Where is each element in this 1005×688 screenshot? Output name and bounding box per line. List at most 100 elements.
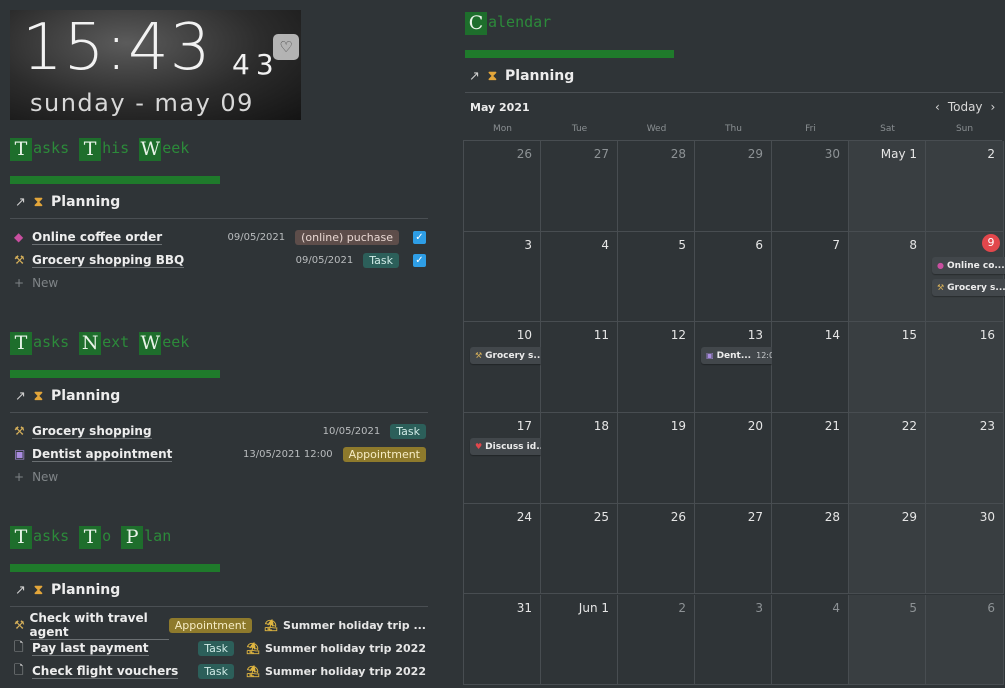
calendar-day-cell[interactable]: 6 [926, 594, 1004, 686]
calendar-day-cell[interactable]: 27 [541, 141, 618, 232]
calendar-day-cell[interactable]: 5 [618, 231, 695, 323]
day-number: 19 [670, 419, 686, 434]
calendar-day-cell[interactable]: 26 [464, 141, 541, 232]
calendar-day-cell[interactable]: 20 [695, 413, 772, 504]
calendar-day-cell[interactable]: 16 [926, 322, 1004, 414]
calendar-day-cell[interactable]: 19 [618, 413, 695, 504]
calendar-day-cell[interactable]: 22 [849, 413, 926, 504]
calendar-day-cell[interactable]: 30 [926, 503, 1004, 595]
calendar-event[interactable]: ⚒ Grocery s... [470, 347, 549, 365]
task-row[interactable]: ⚒ Check with travel agent Appointment ⛱ S… [14, 611, 426, 640]
open-arrow-icon[interactable]: ↗ [15, 195, 26, 210]
calendar-day-cell[interactable]: 26 [618, 503, 695, 595]
task-date: 13/05/2021 12:00 [243, 448, 333, 460]
day-number: 3 [755, 600, 763, 615]
today-button[interactable]: Today [948, 100, 983, 114]
calendar-day-cell[interactable]: 30 [772, 141, 849, 232]
calendar-day-cell[interactable]: 2 [618, 594, 695, 686]
calendar-day-cell[interactable]: 9 ● Online co... ⚒ Grocery s... [926, 231, 1005, 323]
day-number: 22 [901, 419, 917, 434]
calendar-day-cell[interactable]: 8 [849, 231, 926, 323]
open-arrow-icon[interactable]: ↗ [15, 389, 26, 404]
task-name[interactable]: Check flight vouchers [32, 664, 179, 679]
day-number: 20 [747, 419, 763, 434]
calendar-day-cell[interactable]: 5 [849, 594, 926, 686]
task-tag: Appointment [168, 617, 253, 633]
task-name[interactable]: Check with travel agent [29, 611, 169, 640]
section-bar [10, 564, 220, 572]
calendar-event[interactable]: ♥ Discuss id... [470, 438, 552, 456]
day-number: 29 [747, 147, 763, 161]
project-link[interactable]: ⛱ Summer holiday trip 2022 [246, 665, 426, 678]
project-name: Summer holiday trip ... [283, 618, 426, 632]
calendar-day-cell[interactable]: 7 [772, 231, 849, 323]
project-link[interactable]: ⛱ Summer holiday trip 2022 [246, 642, 426, 655]
calendar-day-cell[interactable]: 18 [541, 413, 618, 504]
open-arrow-icon[interactable]: ↗ [469, 69, 480, 84]
calendar-day-cell[interactable]: May 1 [849, 141, 926, 232]
calendar-day-cell[interactable]: 28 [618, 141, 695, 232]
calendar-day-cell[interactable]: 17 ♥ Discuss id... [464, 413, 552, 504]
calendar-day-cell[interactable]: 13 ▣ Dent... 12:00 [695, 322, 785, 414]
calendar-day-cell[interactable]: 27 [695, 503, 772, 595]
calendar-day-cell[interactable]: 23 [926, 413, 1004, 504]
calendar-day-cell[interactable]: 25 [541, 503, 618, 595]
view-header[interactable]: ↗ ⧗ Planning [15, 388, 120, 404]
task-row[interactable]: ⚒ Grocery shopping 10/05/2021 Task [14, 421, 426, 441]
view-header[interactable]: ↗ ⧗ Planning [15, 194, 120, 210]
heart-icon[interactable]: ♡ [273, 34, 299, 60]
chevron-right-icon[interactable]: › [991, 100, 996, 114]
calendar-event[interactable]: ● Online co... [932, 256, 1005, 274]
calendar-day-cell[interactable]: 2 [926, 141, 1004, 232]
calendar-day-cell[interactable]: 29 [695, 141, 772, 232]
chevron-left-icon[interactable]: ‹ [935, 100, 940, 114]
calendar-day-cell[interactable]: 21 [772, 413, 849, 504]
day-number: 2 [987, 147, 995, 161]
calendar-day-cell[interactable]: 3 [464, 231, 541, 323]
new-item-button[interactable]: + New [14, 276, 66, 290]
calendar-day-cell[interactable]: 14 [772, 322, 849, 414]
calendar-day-cell[interactable]: 3 [695, 594, 772, 686]
task-row[interactable]: ◆ Online coffee order 09/05/2021 (online… [14, 227, 426, 247]
calendar-day-cell[interactable]: 10 ⚒ Grocery s... [464, 322, 549, 414]
calendar-day-cell[interactable]: 28 [772, 503, 849, 595]
view-header[interactable]: ↗ ⧗ Planning [15, 582, 120, 598]
calendar-day-cell[interactable]: 11 [541, 322, 618, 414]
project-link[interactable]: ⛱ Summer holiday trip ... [264, 619, 426, 632]
calendar-day-cell[interactable]: 31 [464, 594, 541, 686]
calendar-day-cell[interactable]: 12 [618, 322, 695, 414]
calendar-day-cell[interactable]: 4 [541, 231, 618, 323]
task-name[interactable]: Dentist appointment [32, 447, 173, 462]
open-arrow-icon[interactable]: ↗ [15, 583, 26, 598]
calendar-day-cell[interactable]: 15 [849, 322, 926, 414]
calendar-view-header[interactable]: ↗ ⧗ Planning [469, 68, 574, 84]
discussion-icon: ♥ [475, 442, 483, 452]
task-name[interactable]: Online coffee order [32, 230, 163, 245]
section-bar [10, 176, 220, 184]
task-date: 09/05/2021 [295, 254, 354, 266]
calendar-day-cell[interactable]: 24 [464, 503, 541, 595]
done-checkbox[interactable]: ✓ [413, 253, 426, 267]
task-name[interactable]: Grocery shopping BBQ [32, 253, 185, 268]
divider [10, 606, 428, 607]
new-item-button[interactable]: + New [14, 470, 66, 484]
clock-date: sunday - may 09 [30, 89, 254, 117]
task-row[interactable]: 🗋 Check flight vouchers Task ⛱ Summer hol… [14, 661, 426, 681]
task-name[interactable]: Grocery shopping [32, 424, 152, 439]
done-checkbox[interactable]: ✓ [413, 230, 426, 244]
section-bar [10, 370, 220, 378]
day-number: 7 [832, 237, 840, 252]
calendar-day-cell[interactable]: 6 [695, 231, 772, 323]
task-tag: Appointment [342, 446, 426, 462]
calendar-event[interactable]: ⚒ Grocery s... [932, 278, 1005, 296]
task-row[interactable]: ▣ Dentist appointment 13/05/2021 12:00 A… [14, 444, 426, 464]
task-row[interactable]: ⚒ Grocery shopping BBQ 09/05/2021 Task ✓ [14, 250, 426, 270]
calendar-day-cell[interactable]: 29 [849, 503, 926, 595]
calendar-day-cell[interactable]: Jun 1 [541, 594, 618, 686]
calendar-day-cell[interactable]: 4 [772, 594, 849, 686]
task-name[interactable]: Pay last payment [32, 641, 149, 656]
task-tag: Task [390, 423, 426, 439]
title-word: asks [33, 139, 70, 157]
day-number: 2 [678, 600, 686, 615]
task-row[interactable]: 🗋 Pay last payment Task ⛱ Summer holiday … [14, 638, 426, 658]
